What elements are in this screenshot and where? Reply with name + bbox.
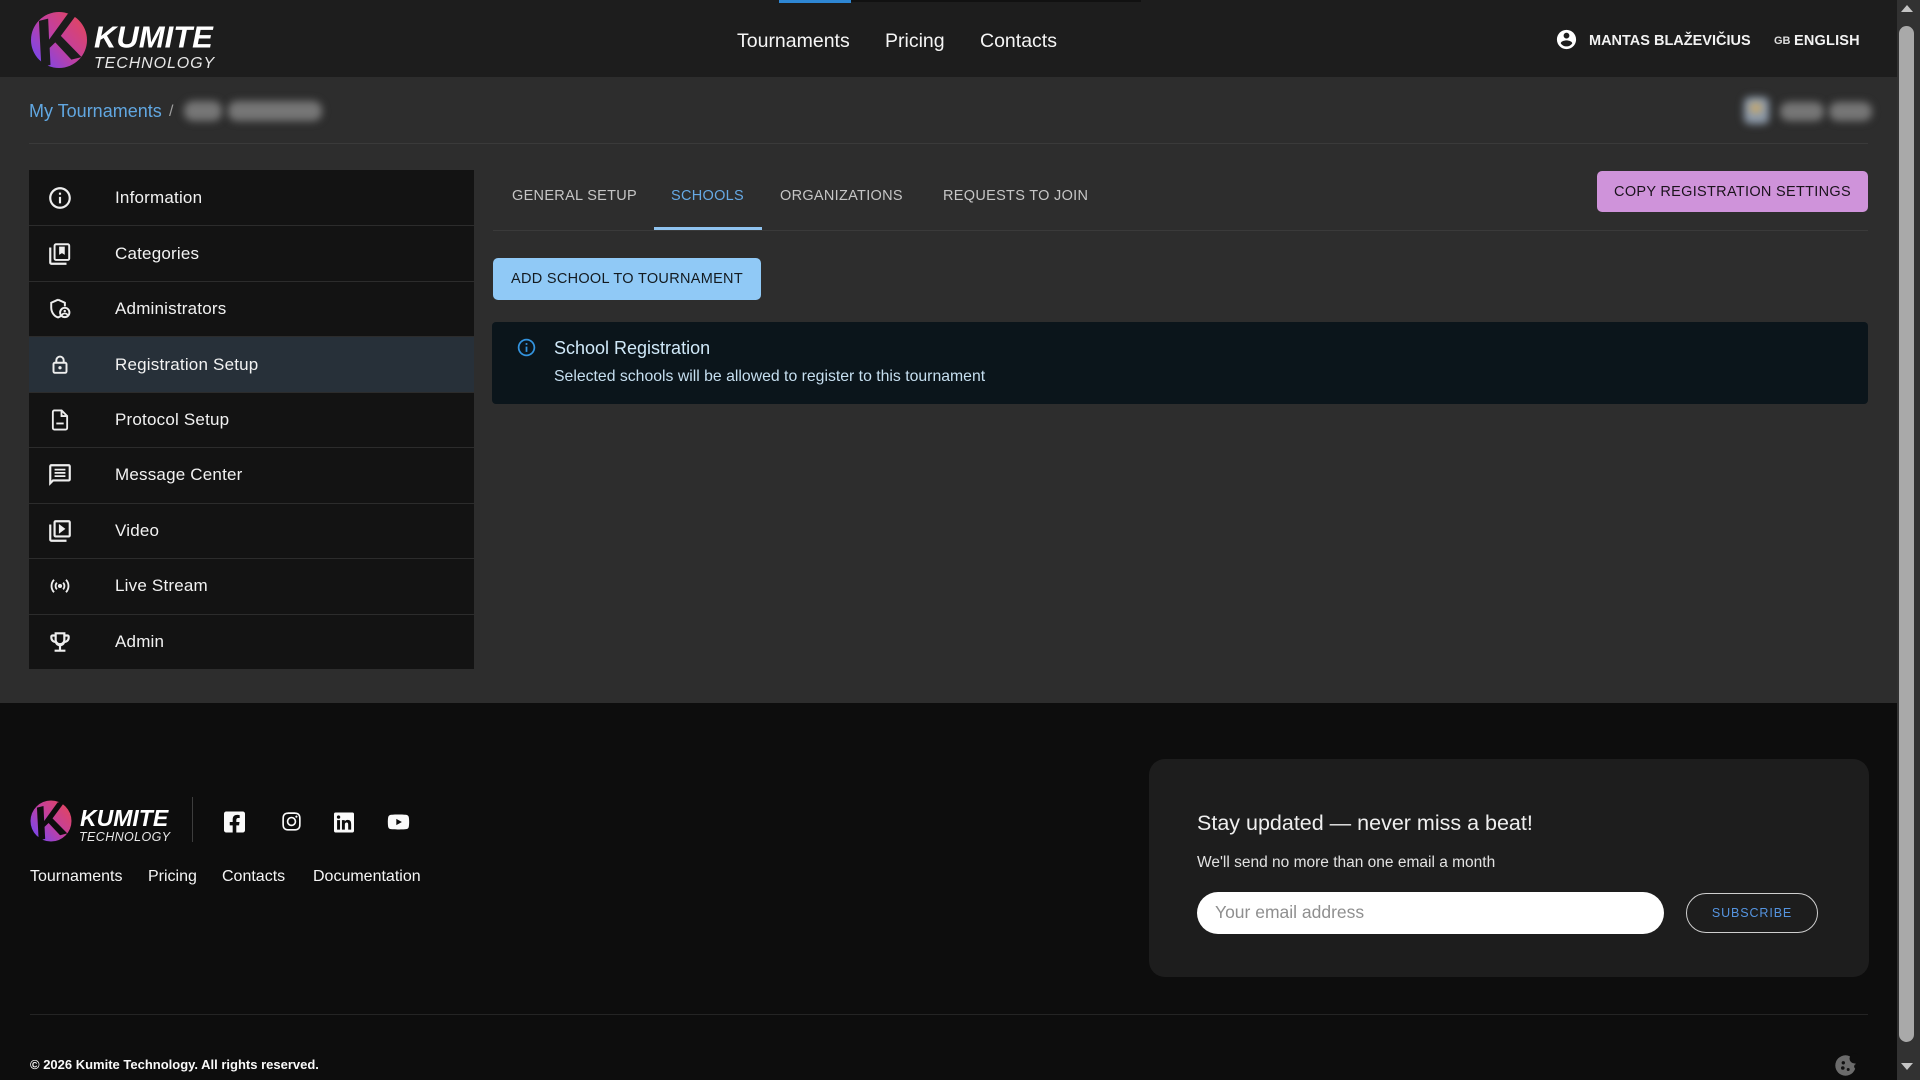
svg-text:TECHNOLOGY: TECHNOLOGY bbox=[94, 55, 215, 69]
svg-text:KUMITE: KUMITE bbox=[80, 805, 169, 831]
svg-text:KUMITE: KUMITE bbox=[94, 20, 214, 55]
svg-text:TECHNOLOGY: TECHNOLOGY bbox=[79, 830, 172, 844]
